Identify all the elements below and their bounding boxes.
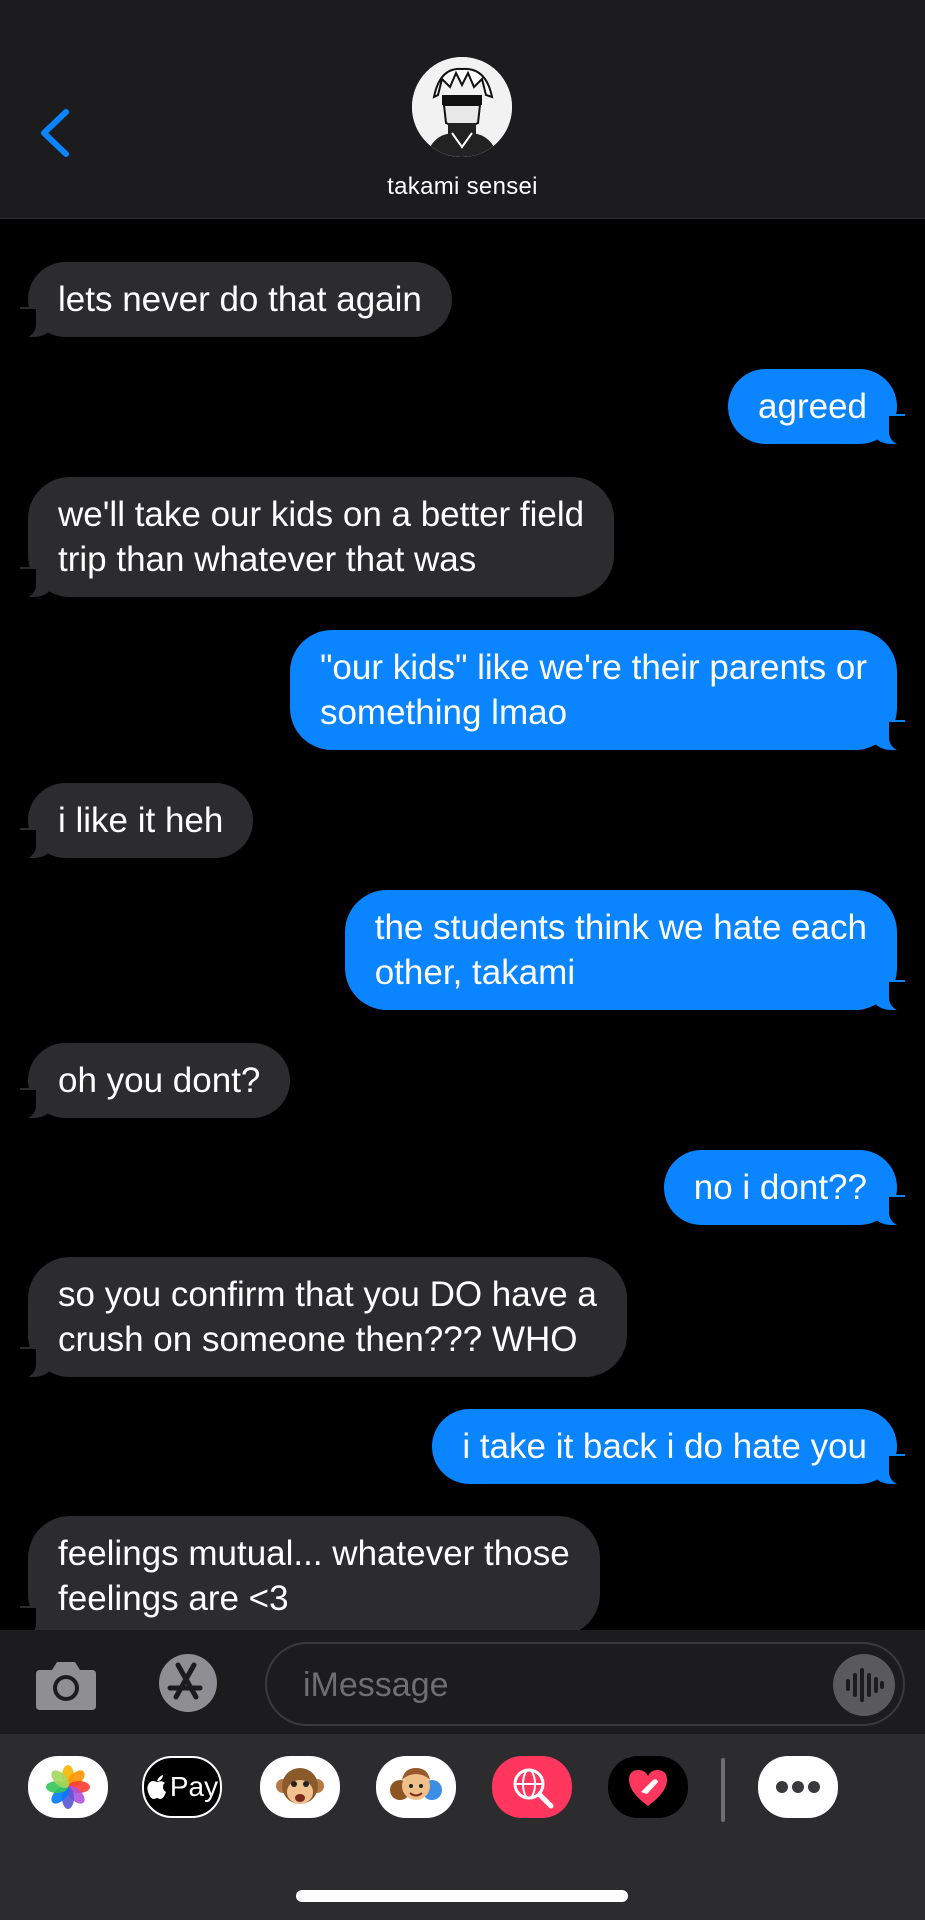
- memoji-app-button[interactable]: [376, 1756, 456, 1818]
- outgoing-message[interactable]: agreed: [728, 369, 919, 446]
- images-search-button[interactable]: [492, 1756, 572, 1818]
- audio-message-button[interactable]: [833, 1654, 895, 1716]
- monkey-icon: [276, 1768, 324, 1804]
- message-text: the students think we hate each other, t…: [374, 908, 867, 992]
- app-store-button[interactable]: [148, 1652, 226, 1714]
- apple-pay-button[interactable]: Pay: [142, 1756, 222, 1818]
- memoji-icon: [390, 1768, 442, 1800]
- more-icon: [776, 1781, 820, 1793]
- apple-logo-icon: [147, 1775, 166, 1799]
- back-button[interactable]: [36, 106, 76, 160]
- message-text: i like it heh: [58, 801, 224, 840]
- camera-icon: [36, 1662, 96, 1710]
- animoji-app-button[interactable]: [260, 1756, 340, 1818]
- outgoing-message[interactable]: i take it back i do hate you: [432, 1409, 919, 1486]
- incoming-message[interactable]: lets never do that again: [6, 262, 452, 339]
- app-store-icon: [159, 1654, 217, 1712]
- globe-search-icon: [513, 1768, 554, 1809]
- message-text: no i dont??: [693, 1168, 867, 1207]
- camera-button[interactable]: [34, 1656, 98, 1712]
- apple-pay-label: Pay: [169, 1771, 219, 1802]
- photos-icon: [46, 1765, 90, 1809]
- photos-app-button[interactable]: [28, 1756, 108, 1818]
- avatar-illustration: [412, 57, 512, 157]
- incoming-message[interactable]: feelings mutual... whatever those feelin…: [6, 1516, 600, 1630]
- message-input[interactable]: [303, 1662, 823, 1708]
- more-apps-button[interactable]: [758, 1756, 838, 1818]
- contact-name[interactable]: takami sensei: [0, 173, 925, 201]
- conversation-header: takami sensei: [0, 0, 925, 219]
- digital-touch-button[interactable]: [608, 1756, 688, 1818]
- message-thread[interactable]: lets never do that again agreed we'll ta…: [0, 220, 925, 1630]
- message-text: feelings mutual... whatever those feelin…: [58, 1534, 570, 1618]
- incoming-message[interactable]: i like it heh: [5, 783, 254, 860]
- message-text: lets never do that again: [58, 280, 422, 319]
- outgoing-message[interactable]: "our kids" like we're their parents or s…: [289, 630, 920, 752]
- compose-bar: [0, 1630, 925, 1734]
- drawer-divider: [721, 1758, 725, 1822]
- message-text: oh you dont?: [58, 1061, 261, 1100]
- message-text: agreed: [758, 387, 867, 426]
- incoming-message[interactable]: we'll take our kids on a better field tr…: [5, 477, 615, 599]
- outgoing-message[interactable]: the students think we hate each other, t…: [344, 890, 920, 1012]
- incoming-message[interactable]: oh you dont?: [5, 1043, 291, 1120]
- message-input-container[interactable]: [265, 1642, 905, 1726]
- outgoing-message[interactable]: no i dont??: [663, 1150, 920, 1227]
- contact-avatar[interactable]: [412, 57, 512, 157]
- message-text: "our kids" like we're their parents or s…: [319, 648, 867, 732]
- home-indicator[interactable]: [296, 1890, 628, 1902]
- waveform-icon: [846, 1668, 884, 1702]
- message-text: we'll take our kids on a better field tr…: [58, 495, 585, 579]
- heart-touch-icon: [629, 1770, 667, 1806]
- message-text: i take it back i do hate you: [462, 1427, 867, 1466]
- message-text: so you confirm that you DO have a crush …: [58, 1275, 597, 1359]
- incoming-message[interactable]: so you confirm that you DO have a crush …: [6, 1257, 627, 1379]
- chevron-left-icon: [41, 109, 69, 157]
